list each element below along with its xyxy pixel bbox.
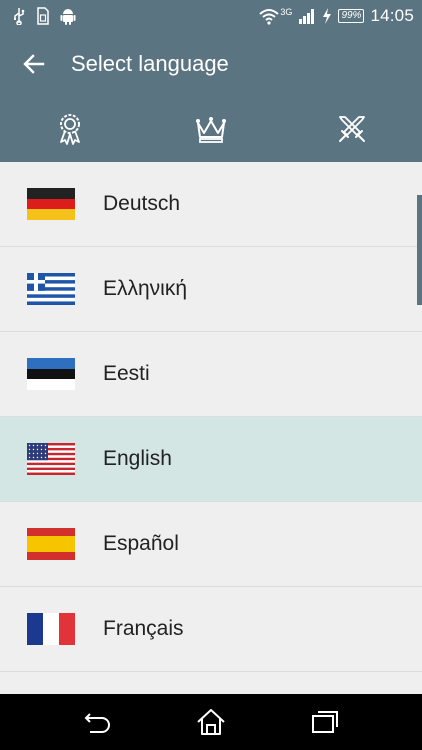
recents-icon [312,711,338,733]
charging-icon [323,8,332,24]
language-label: Eesti [103,362,150,385]
language-row-usa[interactable]: English [0,417,422,502]
arrow-left-icon [23,54,45,74]
language-label: Español [103,532,179,555]
back-icon [84,713,110,733]
tab-bar [0,104,422,154]
crown-icon [196,117,226,143]
scrollbar[interactable] [417,195,422,305]
language-label: Français [103,617,184,640]
language-label: Ελληνική [103,277,188,300]
tab-achievements[interactable] [0,104,141,154]
signal-icon [299,9,315,24]
android-icon [60,9,76,25]
sim-icon [37,7,49,25]
language-row-spain[interactable]: Español [0,502,422,587]
usa-flag-icon [27,443,75,475]
status-right: 3G 99% 14:05 [258,6,414,26]
usb-icon [14,8,25,25]
language-row-france[interactable]: Français [0,587,422,672]
wifi-icon [259,9,280,25]
clock: 14:05 [370,6,414,25]
language-list: Deutsch Ελληνική Eesti English Español França… [0,162,422,694]
tab-battle[interactable] [281,104,422,154]
nav-recents-button[interactable] [305,702,345,742]
spain-flag-icon [27,528,75,560]
back-button[interactable] [20,50,48,78]
nav-back-button[interactable] [77,702,117,742]
language-row-greece[interactable]: Ελληνική [0,247,422,332]
status-bar: 3G 99% 14:05 [0,0,422,32]
language-label: English [103,447,172,470]
page-title: Select language [71,51,229,76]
navigation-bar [0,694,422,750]
home-icon [197,709,225,735]
network-type-label: 3G [280,7,293,17]
greece-flag-icon [27,273,75,305]
language-row-partial[interactable] [0,672,422,694]
crossed-swords-icon [338,116,365,142]
nav-home-button[interactable] [191,702,231,742]
language-row-estonia[interactable]: Eesti [0,332,422,417]
status-left [12,7,76,25]
tab-ranking[interactable] [141,104,282,154]
estonia-flag-icon [27,358,75,390]
language-label: Deutsch [103,192,181,215]
germany-flag-icon [27,188,75,220]
france-flag-icon [27,613,75,645]
language-row-germany[interactable]: Deutsch [0,162,422,247]
battery-indicator: 99% [338,9,365,23]
ribbon-award-icon [60,114,81,145]
app-bar: Select language [0,32,422,162]
